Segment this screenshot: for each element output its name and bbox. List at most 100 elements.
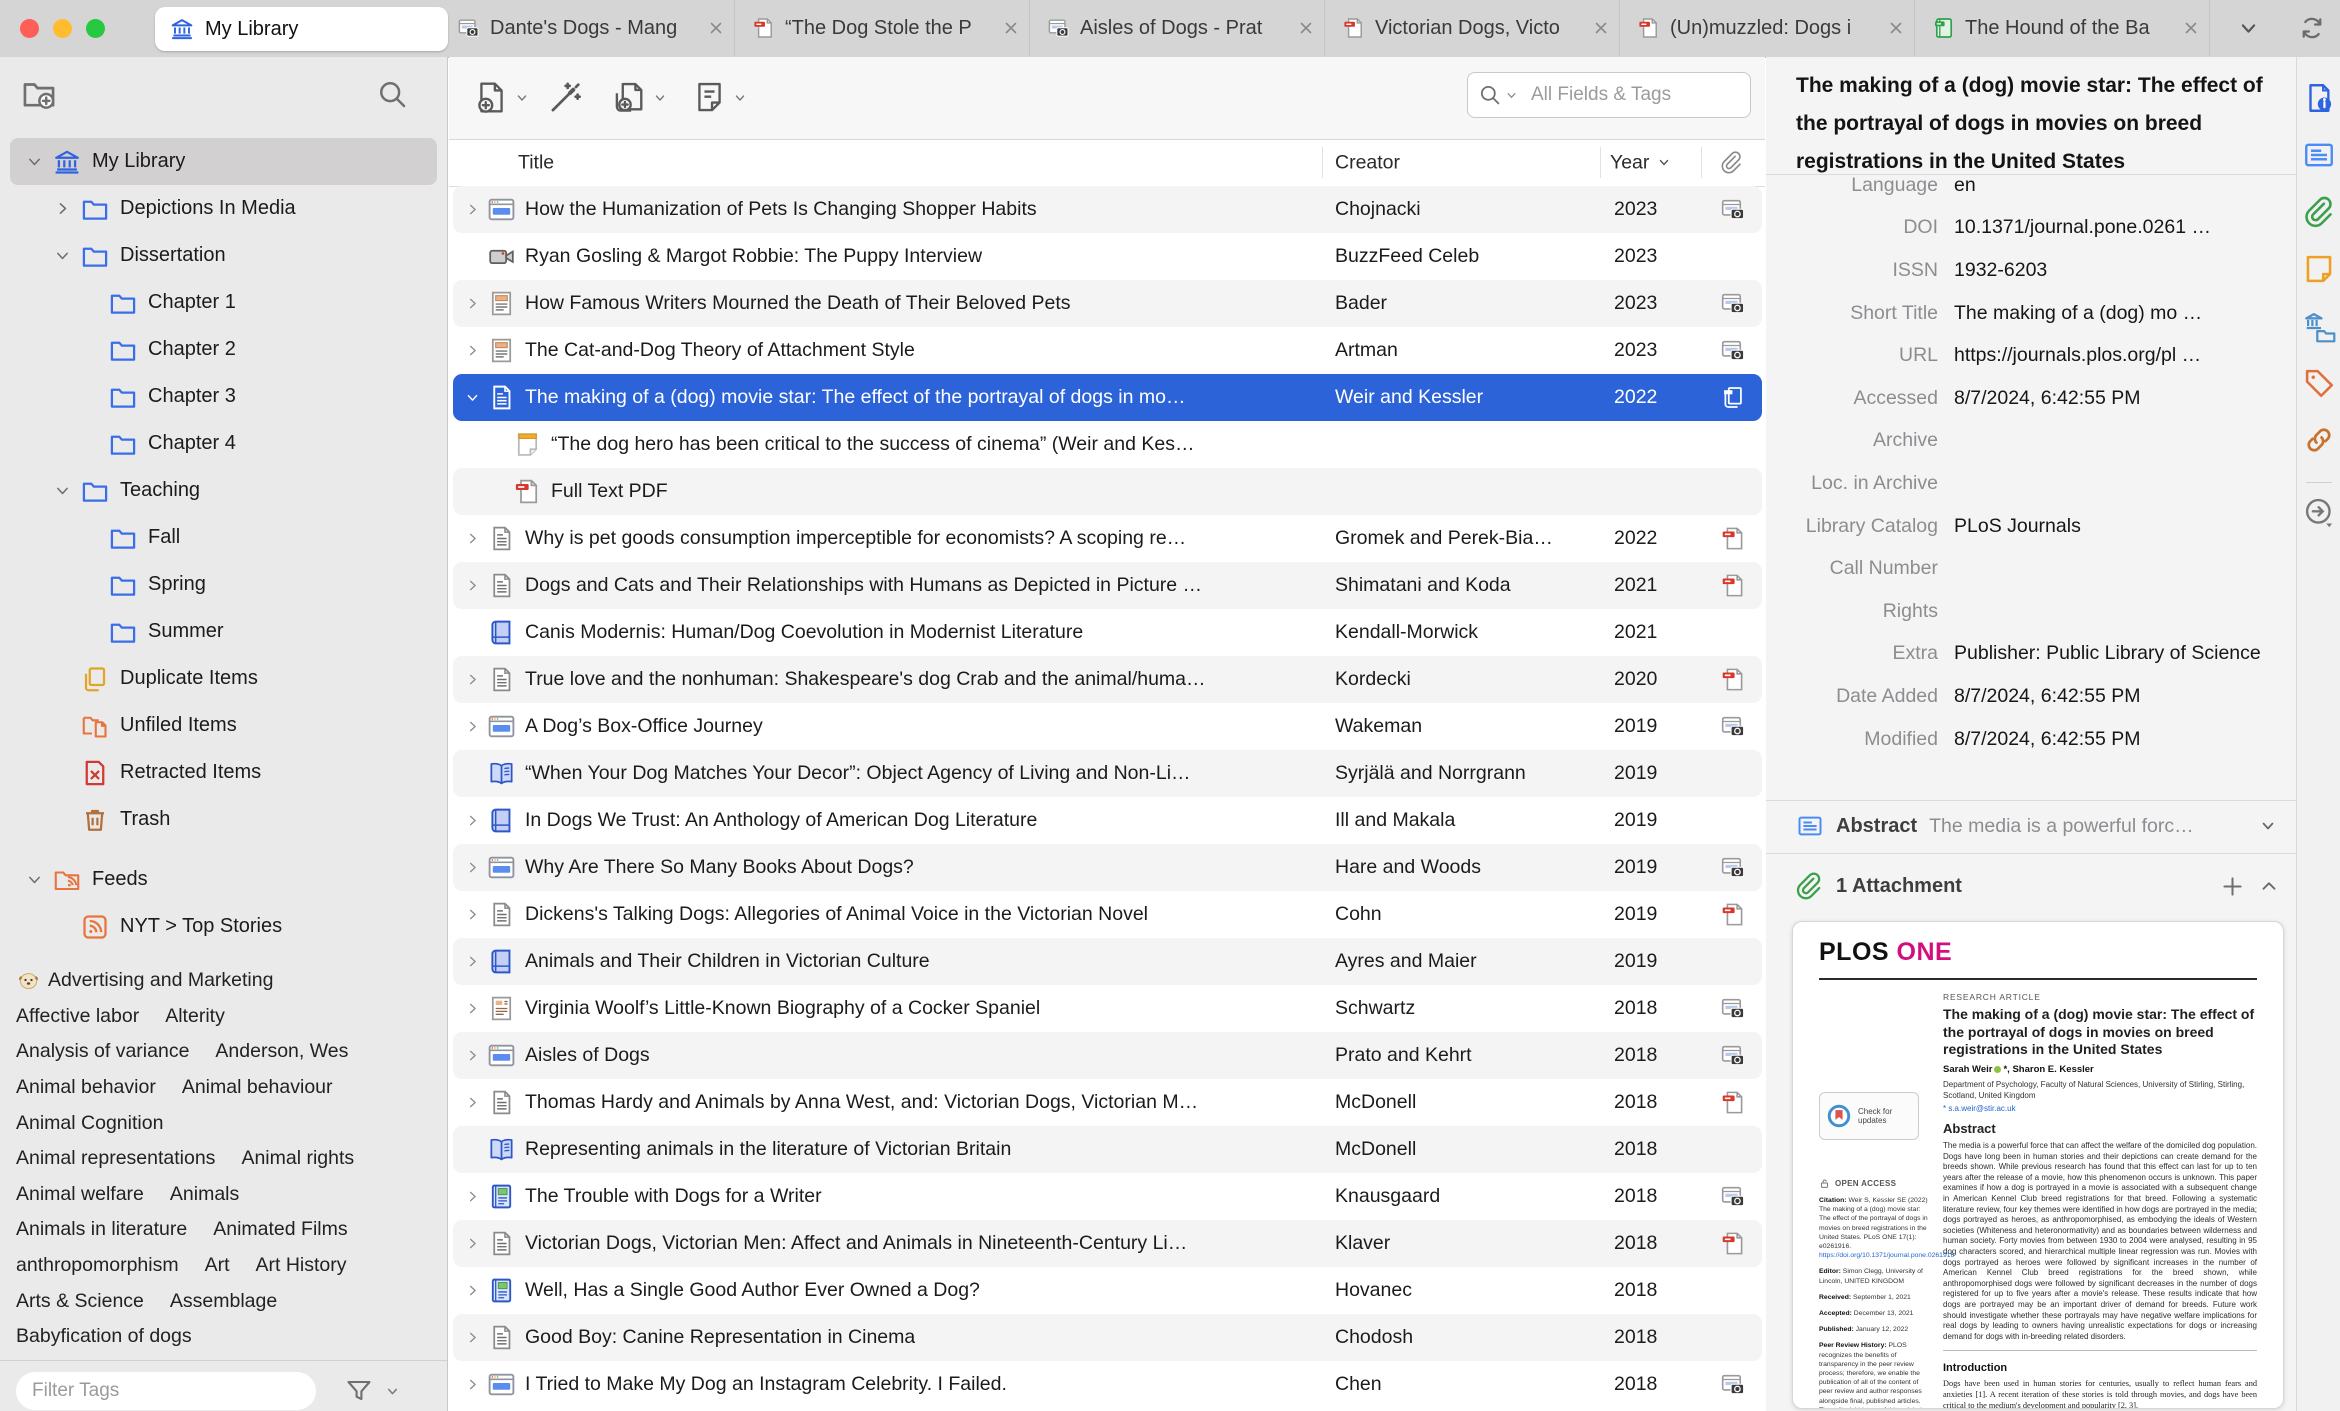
maximize-window-button[interactable] [86,19,105,38]
expander-icon[interactable] [465,1235,487,1253]
item-pane-tab-abstract[interactable] [2302,138,2336,172]
sidebar-item-trash[interactable]: Trash [10,796,437,843]
expander-icon[interactable] [465,1329,487,1347]
sidebar-item-chapter-4[interactable]: Chapter 4 [10,420,437,467]
filter-funnel-icon[interactable] [344,1376,374,1406]
table-row[interactable]: Aisles of Dogs Prato and Kehrt 2018 [453,1032,1762,1079]
search-input[interactable] [1529,83,1740,107]
table-row[interactable]: Full Text PDF [453,468,1762,515]
column-header-year[interactable]: Year [1610,151,1672,174]
close-icon[interactable] [1296,18,1316,38]
tab-victorian-dogs-victo[interactable]: Victorian Dogs, Victo [1325,0,1620,56]
sidebar-item-depictions-in-media[interactable]: Depictions In Media [10,185,437,232]
close-icon[interactable] [1591,18,1611,38]
item-pane-tab-attachments[interactable] [2302,195,2336,229]
expander-icon[interactable] [465,530,487,548]
add-attachment-plus-icon[interactable] [2219,873,2246,900]
table-row[interactable]: Animals and Their Children in Victorian … [453,938,1762,985]
field-value[interactable]: 8/7/2024, 6:42:55 PM [1954,683,2140,710]
expander-icon[interactable] [54,200,80,218]
chevron-down-icon[interactable] [1504,88,1519,103]
tag-art-history[interactable]: Art History [256,1254,347,1277]
chevron-down-icon[interactable] [384,1383,401,1400]
collection-search-icon[interactable] [376,78,409,111]
tab-my-library[interactable]: My Library [155,7,448,51]
tab-un-muzzled-dogs-i[interactable]: (Un)muzzled: Dogs i [1620,0,1915,56]
chevron-down-icon[interactable] [2258,816,2278,836]
tag-animal-cognition[interactable]: Animal Cognition [16,1112,163,1135]
item-pane-tab-info[interactable] [2302,81,2336,115]
item-pane-tab-tags[interactable] [2302,366,2336,400]
table-row[interactable]: I Tried to Make My Dog an Instagram Cele… [453,1361,1762,1408]
expander-icon[interactable] [465,1047,487,1065]
sidebar-item-dissertation[interactable]: Dissertation [10,232,437,279]
new-note-button[interactable] [691,79,748,116]
expander-icon[interactable] [465,1282,487,1300]
tag-animal-behaviour[interactable]: Animal behaviour [182,1076,333,1099]
sidebar-item-chapter-2[interactable]: Chapter 2 [10,326,437,373]
sidebar-item-fall[interactable]: Fall [10,514,437,561]
expander-icon[interactable] [465,718,487,736]
sidebar-item-chapter-3[interactable]: Chapter 3 [10,373,437,420]
tag-animated-films[interactable]: Animated Films [213,1218,347,1241]
sync-icon[interactable] [2298,14,2326,42]
table-row[interactable]: True love and the nonhuman: Shakespeare'… [453,656,1762,703]
sidebar-item-summer[interactable]: Summer [10,608,437,655]
tag-advertising-and-marketing[interactable]: Advertising and Marketing [16,968,273,993]
close-icon[interactable] [1886,18,1906,38]
sidebar-item-my-library[interactable]: My Library [10,138,437,185]
table-row[interactable]: Why is pet goods consumption imperceptib… [453,515,1762,562]
sidebar-item-teaching[interactable]: Teaching [10,467,437,514]
tag-animal-behavior[interactable]: Animal behavior [16,1076,156,1099]
field-value[interactable]: 8/7/2024, 6:42:55 PM [1954,385,2140,412]
add-attachment-button[interactable] [611,79,668,116]
tag-assemblage[interactable]: Assemblage [170,1290,277,1313]
sidebar-item-retracted-items[interactable]: Retracted Items [10,749,437,796]
chevron-down-icon[interactable] [2236,16,2261,41]
field-value[interactable]: https://journals.plos.org/pl … [1954,342,2201,369]
table-row[interactable]: In Dogs We Trust: An Anthology of Americ… [453,797,1762,844]
table-row[interactable]: Representing animals in the literature o… [453,1126,1762,1173]
expander-icon[interactable] [465,295,487,313]
field-value[interactable]: 10.1371/journal.pone.0261 … [1954,214,2211,241]
table-row[interactable]: Victorian Dogs, Victorian Men: Affect an… [453,1220,1762,1267]
column-header-creator[interactable]: Creator [1335,151,1400,174]
tag-art[interactable]: Art [205,1254,230,1277]
table-row[interactable]: A Dog’s Box-Office Journey Wakeman 2019 [453,703,1762,750]
sidebar-item-nyt-top-stories[interactable]: NYT > Top Stories [10,903,437,950]
item-pane-tab-locate[interactable] [2302,495,2336,529]
tab-dante-s-dogs-mang[interactable]: Dante's Dogs - Mang [440,0,735,56]
tag-animal-welfare[interactable]: Animal welfare [16,1183,144,1206]
item-pane-tab-libraries-collections[interactable] [2302,309,2336,343]
tag-analysis-of-variance[interactable]: Analysis of variance [16,1040,189,1063]
column-header-title[interactable]: Title [518,151,554,174]
expander-icon[interactable] [465,812,487,830]
expander-icon[interactable] [54,482,80,500]
expander-icon[interactable] [465,1188,487,1206]
table-row[interactable]: Canis Modernis: Human/Dog Coevolution in… [453,609,1762,656]
expander-icon[interactable] [465,1376,487,1394]
table-row[interactable]: Ryan Gosling & Margot Robbie: The Puppy … [453,233,1762,280]
item-pane-tab-notes[interactable] [2302,252,2336,286]
sidebar-item-unfiled-items[interactable]: Unfiled Items [10,702,437,749]
new-item-button[interactable] [473,79,530,116]
close-icon[interactable] [2181,18,2201,38]
tab-the-dog-stole-the-p[interactable]: “The Dog Stole the P [735,0,1030,56]
tag-animals[interactable]: Animals [170,1183,239,1206]
field-value[interactable]: The making of a (dog) mo … [1954,300,2202,327]
attachments-section-header[interactable]: 1 Attachment [1766,858,2296,914]
field-value[interactable]: 8/7/2024, 6:42:55 PM [1954,726,2140,753]
close-icon[interactable] [706,18,726,38]
attachment-preview[interactable]: PLOS ONE RESEARCH ARTICLE The making of … [1792,921,2284,1409]
add-by-identifier-button[interactable] [547,79,584,116]
abstract-section[interactable]: Abstract The media is a powerful forc… [1766,801,2296,851]
sidebar-item-duplicate-items[interactable]: Duplicate Items [10,655,437,702]
table-row[interactable]: The Cat-and-Dog Theory of Attachment Sty… [453,327,1762,374]
expander-icon[interactable] [465,906,487,924]
close-icon[interactable] [1001,18,1021,38]
close-window-button[interactable] [20,19,39,38]
table-row[interactable]: Dickens's Talking Dogs: Allegories of An… [453,891,1762,938]
table-row[interactable]: “The dog hero has been critical to the s… [453,421,1762,468]
expander-icon[interactable] [465,953,487,971]
search-box[interactable] [1467,72,1751,118]
